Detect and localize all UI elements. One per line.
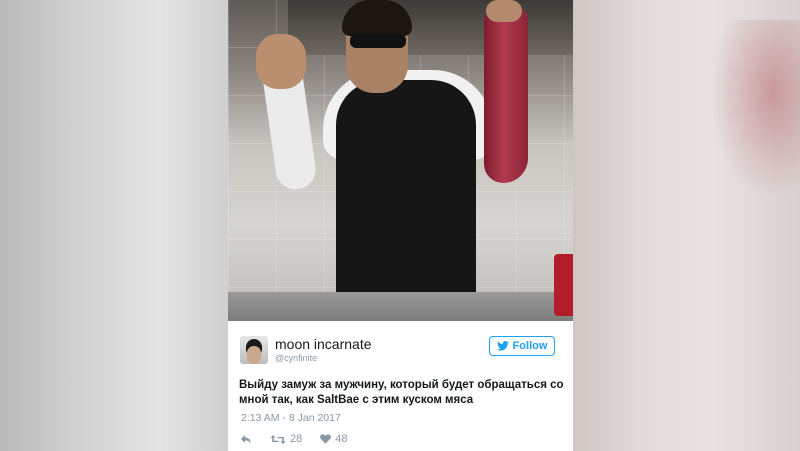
retweet-count: 28 xyxy=(290,433,303,445)
steel-counter xyxy=(228,292,573,321)
black-vest xyxy=(336,80,476,321)
meat-cut xyxy=(484,5,528,183)
avatar[interactable] xyxy=(240,336,268,364)
raised-hand xyxy=(256,34,306,89)
blurred-backdrop-left xyxy=(0,0,228,451)
video-still xyxy=(228,0,573,321)
heart-icon xyxy=(320,434,332,444)
retweet-icon xyxy=(270,434,286,444)
twitter-bird-icon xyxy=(496,341,509,351)
chef-hair xyxy=(342,0,412,36)
reply-icon xyxy=(241,435,251,444)
follow-label: Follow xyxy=(512,340,548,352)
kitchen-hood xyxy=(288,0,573,55)
like-count: 48 xyxy=(335,433,348,445)
reply-button[interactable] xyxy=(240,434,252,444)
sunglasses xyxy=(350,34,406,48)
follow-button[interactable]: Follow xyxy=(489,336,555,356)
blurred-backdrop-right xyxy=(573,0,800,451)
retweet-button[interactable]: 28 xyxy=(270,433,302,445)
tweet-timestamp[interactable]: 2:13 AM - 8 Jan 2017 xyxy=(241,412,341,424)
holding-hand xyxy=(486,0,522,22)
tweet-card: moon incarnate @cynfinite Follow Выйду з… xyxy=(228,321,573,451)
red-container xyxy=(554,254,573,316)
user-name[interactable]: moon incarnate xyxy=(275,336,372,352)
user-handle[interactable]: @cynfinite xyxy=(275,353,317,363)
tweet-actions: 28 48 xyxy=(240,431,366,447)
tweet-text: Выйду замуж за мужчину, который будет об… xyxy=(239,379,564,406)
like-button[interactable]: 48 xyxy=(320,433,348,445)
